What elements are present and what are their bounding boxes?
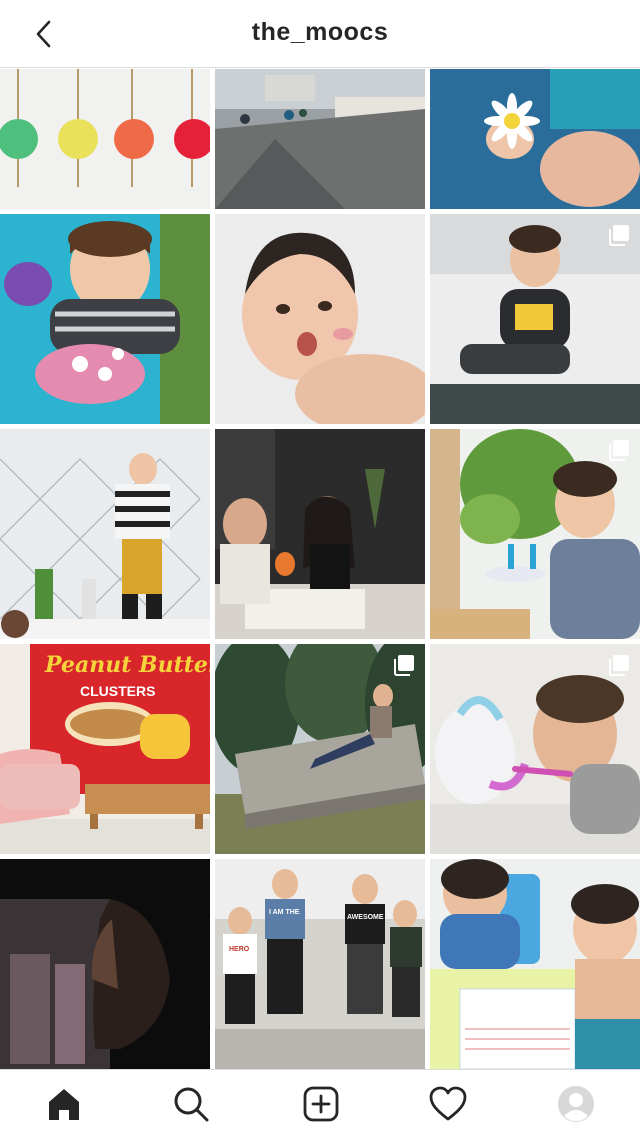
- tab-home[interactable]: [40, 1080, 88, 1128]
- tab-search[interactable]: [167, 1080, 215, 1128]
- post-image: [0, 69, 210, 209]
- post-tile[interactable]: Peanut Butter CLUSTERS: [0, 644, 210, 854]
- post-image: [0, 214, 210, 424]
- post-image: [430, 859, 640, 1069]
- post-tile[interactable]: HERO I AM THE AWESOME: [215, 859, 425, 1069]
- post-image: [430, 69, 640, 209]
- post-tile[interactable]: [0, 214, 210, 424]
- post-tile[interactable]: [430, 214, 640, 424]
- carousel-icon: [609, 440, 629, 461]
- posts-grid: Peanut Butter CLUSTERS HERO I AM THE AWE…: [0, 69, 640, 1069]
- bottom-tab-bar: [0, 1069, 640, 1138]
- post-tile[interactable]: [215, 429, 425, 639]
- post-tile[interactable]: [215, 644, 425, 854]
- post-tile[interactable]: [430, 859, 640, 1069]
- post-tile[interactable]: [430, 644, 640, 854]
- shirt-text-2: I AM THE: [269, 909, 300, 916]
- post-tile[interactable]: [215, 69, 425, 209]
- post-image: [215, 429, 425, 639]
- poster-subtitle: CLUSTERS: [80, 683, 155, 699]
- carousel-icon: [609, 225, 629, 246]
- shirt-text-3: AWESOME: [347, 914, 384, 921]
- post-image: [0, 429, 210, 639]
- heart-icon: [429, 1086, 467, 1121]
- post-image: [215, 214, 425, 424]
- post-tile[interactable]: [0, 429, 210, 639]
- poster-title: Peanut Butter: [44, 652, 210, 678]
- tab-profile[interactable]: [552, 1080, 600, 1128]
- post-tile[interactable]: [0, 69, 210, 209]
- tab-activity[interactable]: [424, 1080, 472, 1128]
- post-tile[interactable]: [430, 429, 640, 639]
- post-tile[interactable]: [215, 214, 425, 424]
- tab-new-post[interactable]: [297, 1080, 345, 1128]
- post-image: [215, 69, 425, 209]
- avatar-icon: [558, 1086, 594, 1122]
- post-image: [0, 859, 210, 1069]
- post-image: HERO I AM THE AWESOME: [215, 859, 425, 1069]
- carousel-icon: [394, 655, 414, 676]
- home-icon: [49, 1089, 79, 1120]
- search-icon: [174, 1087, 209, 1122]
- carousel-icon: [609, 655, 629, 676]
- plus-square-icon: [303, 1086, 339, 1122]
- post-image: Peanut Butter CLUSTERS: [0, 644, 210, 854]
- post-tile[interactable]: [430, 69, 640, 209]
- shirt-text-1: HERO: [229, 946, 250, 953]
- post-tile[interactable]: [0, 859, 210, 1069]
- top-bar: the_moocs: [0, 0, 640, 68]
- profile-username: the_moocs: [251, 18, 389, 46]
